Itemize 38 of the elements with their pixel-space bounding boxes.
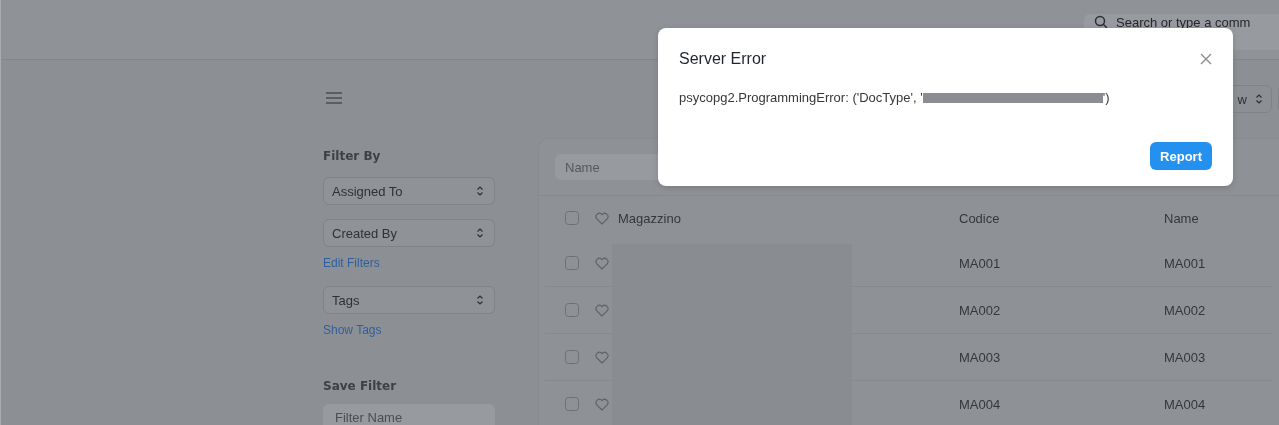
checkbox[interactable] bbox=[565, 256, 579, 270]
caret-icon bbox=[476, 185, 484, 197]
table-cell: MA003 bbox=[1164, 349, 1206, 365]
error-message: ') bbox=[1102, 90, 1110, 105]
report-button[interactable]: Report bbox=[1150, 142, 1212, 170]
filter-name-field[interactable]: Filter Name bbox=[323, 404, 495, 425]
close-icon[interactable] bbox=[1200, 53, 1212, 65]
checkbox[interactable] bbox=[565, 397, 579, 411]
heart-icon[interactable] bbox=[595, 211, 609, 225]
filter-select[interactable]: Created By bbox=[323, 219, 495, 247]
sidebar-heading: Save Filter bbox=[323, 379, 398, 393]
table-cell: MA001 bbox=[1164, 255, 1206, 271]
table-cell-text: MA003 bbox=[959, 349, 1002, 365]
table-cell: MA002 bbox=[1164, 302, 1206, 318]
filter-select[interactable]: Assigned To bbox=[323, 177, 495, 205]
column-header: Codice bbox=[959, 210, 1001, 226]
caret-icon bbox=[476, 227, 484, 239]
column-header: Name bbox=[1164, 210, 1199, 226]
heart-icon[interactable] bbox=[595, 256, 609, 270]
caret-icon bbox=[476, 294, 484, 306]
table-cell: MA004 bbox=[1164, 396, 1206, 412]
table-cell-text: MA004 bbox=[959, 396, 1002, 412]
table-cell-text: MA001 bbox=[959, 255, 1002, 271]
search-icon bbox=[1094, 14, 1108, 29]
filter-select[interactable]: Tags bbox=[323, 286, 495, 314]
heart-icon[interactable] bbox=[595, 303, 609, 317]
menu-icon bbox=[325, 91, 343, 105]
column-header: Magazzino bbox=[618, 210, 682, 226]
dialog-title: Server Error bbox=[679, 50, 767, 68]
checkbox[interactable] bbox=[565, 303, 579, 317]
table-cell-text: MA002 bbox=[959, 302, 1002, 318]
checkbox[interactable] bbox=[565, 211, 579, 225]
heart-icon[interactable] bbox=[595, 397, 609, 411]
heart-icon[interactable] bbox=[595, 350, 609, 364]
caret-icon bbox=[1255, 93, 1263, 105]
error-message: psycopg2.ProgrammingError: ('DocType', ' bbox=[679, 90, 923, 105]
checkbox[interactable] bbox=[565, 350, 579, 364]
sidebar-heading: Filter By bbox=[323, 149, 382, 163]
